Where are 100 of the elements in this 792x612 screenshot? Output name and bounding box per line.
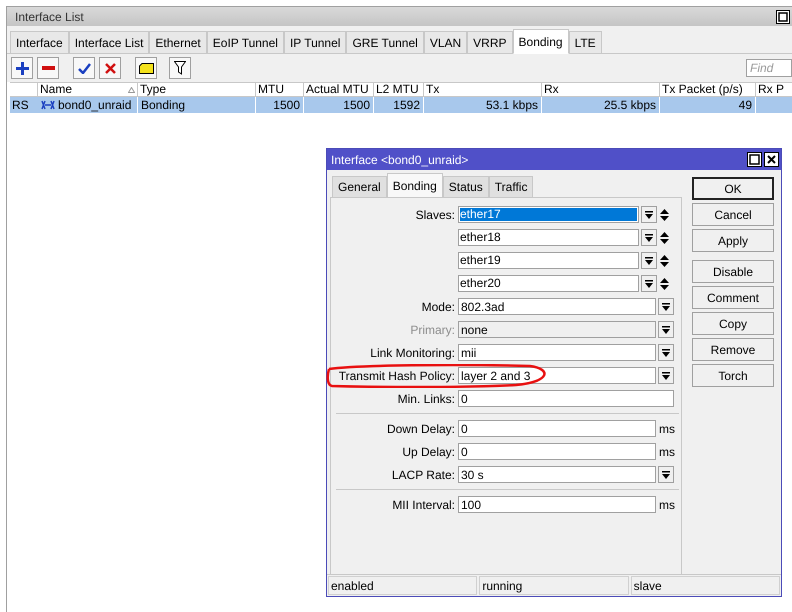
table-cell-text: RS [11,97,30,113]
field-value: 802.3ad [461,298,504,316]
tab[interactable]: Traffic [488,176,534,198]
bond-icon [41,99,55,111]
table-cell: 1500 [304,97,374,113]
tab[interactable]: GRE Tunnel [346,31,424,54]
field-value: mii [461,344,476,362]
field-value: ether18 [460,231,501,244]
dropdown-button[interactable] [641,206,657,223]
sort-icon [128,86,135,92]
table-header[interactable]: Type [138,83,256,96]
maximize-icon[interactable] [776,10,790,24]
dropdown-button[interactable] [658,367,674,384]
table-header[interactable]: Name [38,83,138,96]
filter-button[interactable] [169,57,191,79]
dropdown-icon [662,302,670,310]
tab[interactable]: Bonding [386,173,443,198]
dialog-button[interactable]: Remove [692,338,774,361]
dialog-button[interactable]: Comment [692,286,774,309]
note-icon [138,62,154,74]
field-label: Link Monitoring: [369,344,456,362]
tab[interactable]: Bonding [512,29,569,54]
dropdown-button[interactable] [658,321,674,338]
comment-button[interactable] [135,57,157,79]
field-label: Mode: [420,298,456,316]
input-field[interactable]: 0 [458,443,656,460]
table-header[interactable]: Tx [424,83,542,96]
minus-icon [42,66,54,70]
checkmark-icon [78,62,90,74]
dropdown-button[interactable] [658,344,674,361]
slave-field[interactable]: ether20 [458,275,639,292]
table-cell: 49 [660,97,756,113]
tab[interactable]: Ethernet [149,31,207,54]
up-down-arrows-icon[interactable] [660,208,669,220]
field-value: ether19 [460,254,501,267]
field-value: layer 2 and 3 [461,368,530,384]
dropdown-button[interactable] [658,298,674,315]
close-icon[interactable] [764,152,779,167]
status-cell: enabled [328,576,478,595]
up-down-arrows-icon[interactable] [660,278,669,290]
dialog-button[interactable]: Torch [692,364,774,387]
dialog-button[interactable]: Cancel [692,203,774,226]
find-input[interactable]: Find [750,59,788,77]
table-cell: 53.1 kbps [424,97,542,113]
table-header[interactable]: Actual MTU [304,83,374,96]
input-field[interactable]: 100 [458,496,656,513]
up-down-arrows-icon[interactable] [660,254,669,266]
tab[interactable]: LTE [568,31,602,54]
find-field[interactable]: Find [746,59,792,77]
input-field[interactable]: 0 [458,420,656,437]
slave-field[interactable]: ether19 [458,252,639,269]
select-field[interactable]: 30 s [458,466,656,483]
unit-label: ms [659,496,675,514]
table-header[interactable]: L2 MTU [374,83,424,96]
dropdown-icon [662,470,670,478]
dropdown-icon [645,234,653,242]
input-field[interactable]: 0 [458,390,674,407]
field-label: Slaves: [414,206,456,224]
field-value: 0 [461,390,468,408]
enable-button[interactable] [73,57,95,79]
field-label: Transmit Hash Policy: [338,368,456,384]
tab[interactable]: EoIP Tunnel [206,31,284,54]
status-cell: running [479,576,629,595]
table-header[interactable]: Rx [542,83,660,96]
field-label: Up Delay: [401,444,456,460]
slave-field[interactable]: ether18 [458,229,639,246]
tab[interactable]: VLAN [424,31,468,54]
field-value: ether20 [460,277,501,290]
cross-icon [104,62,116,74]
unit-label: ms [659,444,675,460]
field-label: MII Interval: [391,496,456,514]
table-header[interactable]: MTU [256,83,304,96]
select-field[interactable]: 802.3ad [458,298,656,315]
disable-button[interactable] [99,57,121,79]
remove-button[interactable] [37,57,59,79]
dropdown-icon [645,280,653,288]
filter-icon [174,61,186,75]
add-button[interactable] [11,57,33,79]
maximize-icon[interactable] [747,152,762,167]
dropdown-button[interactable] [641,252,657,269]
up-down-arrows-icon[interactable] [660,232,669,244]
tab[interactable]: VRRP [467,31,513,54]
dropdown-button[interactable] [658,466,674,483]
dialog-button[interactable]: Apply [692,229,774,252]
select-field[interactable]: layer 2 and 3 [458,367,656,384]
tab[interactable]: Interface List [68,31,150,54]
table-header[interactable]: Rx P [756,83,792,96]
dropdown-button[interactable] [641,229,657,246]
dialog-button[interactable]: Copy [692,312,774,335]
table-row[interactable]: RS bond0_unraid Bonding 1500 1500 1592 53.1 kbps 25.5 kbps 49 [10,97,792,113]
dialog-button[interactable]: Disable [692,260,774,283]
table-header[interactable]: Tx Packet (p/s) [660,83,756,96]
tab[interactable]: General [332,176,387,198]
select-field[interactable]: mii [458,344,656,361]
tab[interactable]: IP Tunnel [284,31,346,54]
field-label: LACP Rate: [390,466,456,484]
dropdown-button[interactable] [641,275,657,292]
tab[interactable]: Interface [10,31,69,54]
tab[interactable]: Status [442,176,489,198]
dialog-button[interactable]: OK [692,177,774,200]
